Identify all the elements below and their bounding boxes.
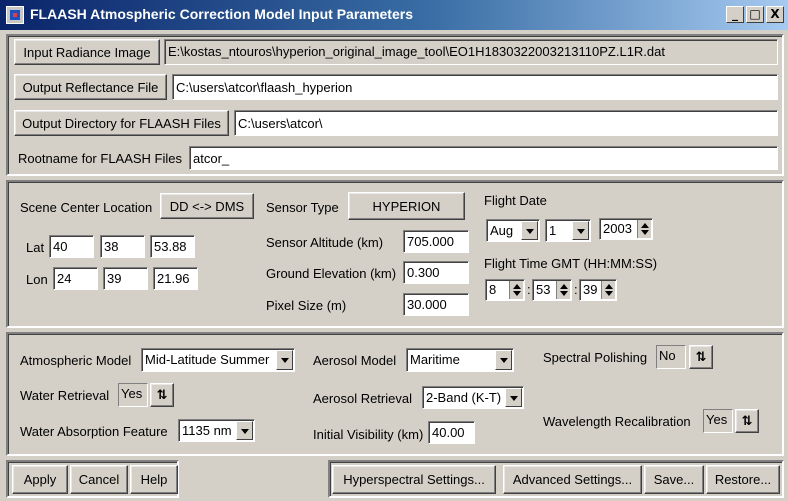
dd-dms-button[interactable]: DD <-> DMS: [160, 193, 254, 219]
rootname-label: Rootname for FLAASH Files: [18, 151, 183, 166]
flight-day-dropdown[interactable]: 1: [545, 219, 591, 242]
wavelength-recalibration-label: Wavelength Recalibration: [543, 414, 691, 429]
chevron-down-icon[interactable]: [236, 421, 253, 440]
close-button[interactable]: X: [766, 6, 784, 23]
flight-month-value: Aug: [490, 223, 514, 238]
flight-date-label: Flight Date: [484, 193, 547, 208]
atmospheric-model-label: Atmospheric Model: [20, 353, 132, 368]
flight-minute-value: 53: [536, 282, 551, 297]
title-bar: FLAASH Atmospheric Correction Model Inpu…: [0, 0, 788, 30]
chevron-down-icon[interactable]: [495, 350, 512, 370]
spectral-polishing-value: No: [656, 345, 686, 369]
chevron-down-icon[interactable]: [572, 221, 589, 240]
lon-label: Lon: [26, 272, 48, 287]
input-radiance-path: E:\kostas_ntouros\hyperion_original_imag…: [164, 39, 778, 65]
flight-year-value: 2003: [603, 221, 632, 236]
time-separator: :: [527, 282, 531, 297]
save-button[interactable]: Save...: [644, 465, 704, 494]
flight-hour-value: 8: [489, 282, 497, 297]
sensor-type-button[interactable]: HYPERION: [348, 192, 465, 220]
sensor-altitude-input[interactable]: [403, 230, 469, 253]
flight-month-dropdown[interactable]: Aug: [486, 219, 540, 242]
water-absorption-label: Water Absorption Feature: [20, 424, 168, 439]
spinner-arrows-icon[interactable]: [637, 220, 651, 238]
water-absorption-dropdown[interactable]: 1135 nm: [178, 419, 255, 442]
water-absorption-value: 1135 nm: [182, 423, 232, 438]
spectral-polishing-toggle-icon[interactable]: ⇅: [689, 345, 713, 369]
flight-year-spinner[interactable]: 2003: [599, 218, 653, 240]
flight-minute-spinner[interactable]: 53: [532, 279, 572, 301]
help-button[interactable]: Help: [130, 465, 178, 494]
lat-degrees-input[interactable]: [49, 235, 94, 258]
lat-label: Lat: [26, 240, 45, 255]
time-separator: :: [574, 282, 578, 297]
ground-elevation-input[interactable]: [403, 261, 469, 284]
sensor-altitude-label: Sensor Altitude (km): [266, 235, 384, 250]
lon-degrees-input[interactable]: [53, 267, 98, 290]
spectral-polishing-label: Spectral Polishing: [543, 350, 648, 365]
output-directory-input[interactable]: [234, 110, 778, 136]
flight-time-label: Flight Time GMT (HH:MM:SS): [484, 256, 658, 271]
atmospheric-model-value: Mid-Latitude Summer: [145, 352, 270, 367]
ground-elevation-label: Ground Elevation (km): [266, 266, 397, 281]
aerosol-retrieval-value: 2-Band (K-T): [426, 390, 502, 405]
apply-button[interactable]: Apply: [12, 465, 68, 494]
wavelength-recalibration-toggle-icon[interactable]: ⇅: [735, 409, 759, 433]
restore-button[interactable]: Restore...: [706, 465, 780, 494]
initial-visibility-input[interactable]: [428, 421, 475, 444]
lat-minutes-input[interactable]: [100, 235, 145, 258]
sensor-type-label: Sensor Type: [266, 200, 339, 215]
pixel-size-input[interactable]: [403, 293, 469, 316]
aerosol-model-label: Aerosol Model: [313, 353, 397, 368]
aerosol-retrieval-label: Aerosol Retrieval: [313, 391, 412, 406]
output-directory-button[interactable]: Output Directory for FLAASH Files: [14, 110, 229, 136]
wavelength-recalibration-value: Yes: [703, 409, 733, 433]
aerosol-retrieval-dropdown[interactable]: 2-Band (K-T): [422, 386, 524, 409]
app-icon: [6, 6, 24, 24]
flight-second-spinner[interactable]: 39: [579, 279, 617, 301]
spinner-arrows-icon[interactable]: [556, 281, 570, 299]
flight-second-value: 39: [583, 282, 598, 297]
water-retrieval-value: Yes: [118, 383, 148, 407]
rootname-input[interactable]: [189, 146, 778, 170]
pixel-size-label: Pixel Size (m): [266, 298, 347, 313]
output-reflectance-input[interactable]: [172, 74, 778, 100]
chevron-down-icon[interactable]: [505, 388, 522, 407]
window-title: FLAASH Atmospheric Correction Model Inpu…: [30, 6, 413, 22]
minimize-button[interactable]: _: [726, 6, 744, 23]
aerosol-model-value: Maritime: [410, 352, 460, 367]
maximize-button[interactable]: □: [746, 6, 764, 23]
hyperspectral-settings-button[interactable]: Hyperspectral Settings...: [332, 465, 496, 494]
lon-seconds-input[interactable]: [153, 267, 198, 290]
advanced-settings-button[interactable]: Advanced Settings...: [503, 465, 642, 494]
flight-day-value: 1: [549, 223, 557, 238]
water-retrieval-toggle-icon[interactable]: ⇅: [150, 383, 174, 407]
lat-seconds-input[interactable]: [150, 235, 195, 258]
flight-hour-spinner[interactable]: 8: [485, 279, 525, 301]
scene-center-label: Scene Center Location: [20, 200, 153, 215]
spinner-arrows-icon[interactable]: [509, 281, 523, 299]
water-retrieval-label: Water Retrieval: [20, 388, 110, 403]
lon-minutes-input[interactable]: [103, 267, 148, 290]
input-radiance-button[interactable]: Input Radiance Image: [14, 39, 160, 65]
atmospheric-model-dropdown[interactable]: Mid-Latitude Summer: [141, 348, 295, 372]
initial-visibility-label: Initial Visibility (km): [313, 427, 424, 442]
chevron-down-icon[interactable]: [521, 221, 538, 240]
chevron-down-icon[interactable]: [276, 350, 293, 370]
aerosol-model-dropdown[interactable]: Maritime: [406, 348, 514, 372]
spinner-arrows-icon[interactable]: [601, 281, 615, 299]
cancel-button[interactable]: Cancel: [70, 465, 128, 494]
output-reflectance-button[interactable]: Output Reflectance File: [14, 74, 167, 100]
